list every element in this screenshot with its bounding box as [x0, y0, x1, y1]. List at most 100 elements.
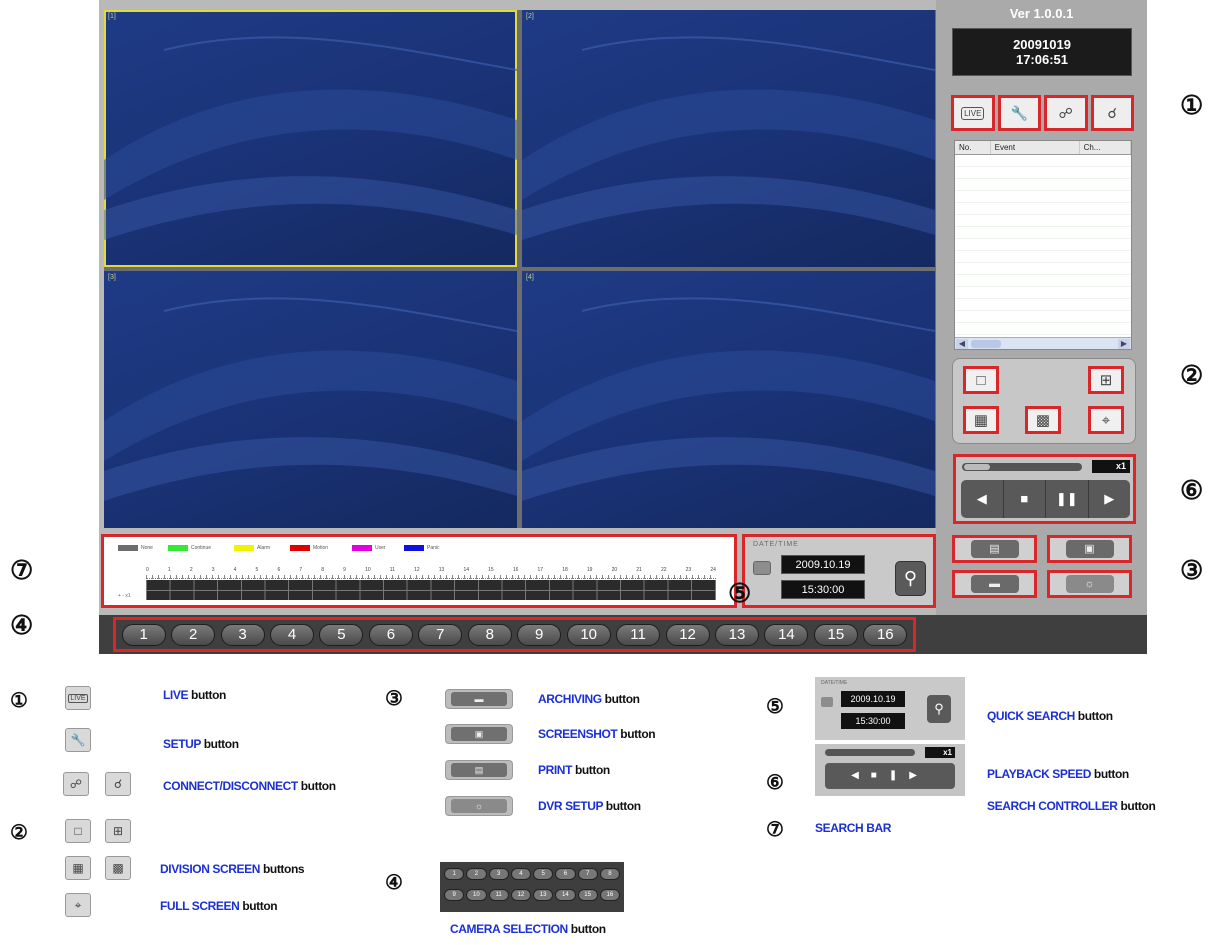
mini-speed-slider: [825, 749, 915, 756]
camera-button-15[interactable]: 15: [813, 623, 858, 646]
camera-button-2[interactable]: 2: [171, 623, 216, 646]
camera-button-8[interactable]: 8: [467, 623, 512, 646]
hour-tick-label: 2: [189, 567, 193, 573]
live-button[interactable]: LIVE: [951, 95, 995, 131]
single-view-button[interactable]: □: [963, 366, 999, 394]
grid-16-icon: ▩: [1035, 412, 1051, 429]
wrench-icon: 🔧: [65, 728, 91, 752]
calendar-icon[interactable]: [753, 561, 771, 575]
mini-camera-button: 11: [488, 889, 509, 901]
full-screen-button[interactable]: ⌖: [1088, 406, 1124, 434]
scroll-thumb[interactable]: [971, 340, 1001, 348]
rewind-button[interactable]: ◀: [961, 480, 1004, 518]
camera-view-1[interactable]: [1]: [104, 10, 517, 267]
magnifier-icon: ⚲: [903, 568, 918, 588]
event-list[interactable]: No. Event Ch... ◀ ▶: [954, 140, 1132, 350]
camera-button-9[interactable]: 9: [517, 623, 562, 646]
camera-button-14[interactable]: 14: [764, 623, 809, 646]
callout-4: ④: [10, 610, 34, 640]
video-grid: [1] [2] [3] [4]: [104, 10, 936, 528]
screenshot-button[interactable]: ▣: [1047, 535, 1132, 563]
camera-button-7[interactable]: 7: [418, 623, 463, 646]
dvr-viewer-window: [1] [2] [3] [4] None Continue Alarm Moti…: [99, 0, 1147, 654]
full-screen-description: FULL SCREEN button: [160, 899, 278, 913]
hour-tick-label: 18: [562, 567, 568, 573]
dvr-setup-button[interactable]: ☼: [1047, 570, 1132, 598]
column-no[interactable]: No.: [955, 141, 991, 154]
playback-speed-slider[interactable]: [962, 463, 1082, 471]
column-event[interactable]: Event: [991, 141, 1080, 154]
grid-9-icon: ▦: [973, 412, 989, 429]
mini-camera-button: 16: [599, 889, 620, 901]
hour-tick-label: 5: [255, 567, 259, 573]
camera-button-5[interactable]: 5: [319, 623, 364, 646]
live-description: LIVE button: [163, 688, 226, 702]
hour-tick-label: 12: [414, 567, 420, 573]
print-button[interactable]: ▤: [952, 535, 1037, 563]
mini-camera-button: 4: [510, 868, 531, 880]
timeline[interactable]: 0 1 2 3 4 5 6 7 8 9 10 11 12 13 14 15 16 17 18 19 20 21 22 23 24: [146, 567, 716, 601]
setup-button[interactable]: 🔧: [997, 95, 1041, 131]
quad-view-button[interactable]: ⊞: [1088, 366, 1124, 394]
nine-view-button[interactable]: ▦: [963, 406, 999, 434]
disconnect-icon: ☌: [1107, 104, 1117, 121]
camera-view-3[interactable]: [3]: [104, 271, 517, 528]
camera-button-13[interactable]: 13: [714, 623, 759, 646]
camera-button-10[interactable]: 10: [566, 623, 611, 646]
camera-button-16[interactable]: 16: [863, 623, 908, 646]
fullscreen-icon: ⌖: [1101, 411, 1111, 429]
horizontal-scrollbar[interactable]: ◀ ▶: [955, 337, 1131, 349]
archiving-button[interactable]: ▬: [952, 570, 1037, 598]
camera-view-4[interactable]: [4]: [522, 271, 935, 528]
archiving-description: ARCHIVING button: [538, 692, 640, 706]
camera-button-11[interactable]: 11: [616, 623, 661, 646]
column-channel[interactable]: Ch...: [1080, 141, 1131, 154]
hour-tick-label: 19: [586, 567, 593, 573]
sun-gear-icon: ☼: [1065, 575, 1114, 593]
disconnect-icon: ☌: [105, 772, 131, 796]
play-button[interactable]: ▶: [1089, 480, 1131, 518]
search-bar[interactable]: None Continue Alarm Motion User Panic 0 1…: [101, 534, 737, 608]
disconnect-button[interactable]: ☌: [1090, 95, 1134, 131]
mini-date: 2009.10.19: [841, 691, 905, 707]
time-field[interactable]: 15:30:00: [781, 580, 865, 599]
scroll-left-icon[interactable]: ◀: [956, 339, 968, 349]
mini-camera-button: 10: [466, 889, 487, 901]
connect-button[interactable]: ☍: [1044, 95, 1088, 131]
timeline-hour-labels: 0 1 2 3 4 5 6 7 8 9 10 11 12 13 14 15 16 17 18 19 20 21 22 23 24: [146, 567, 716, 575]
video-wave-graphic: [104, 297, 517, 501]
timeline-track[interactable]: [146, 580, 716, 600]
video-wave-graphic: [104, 36, 517, 240]
speed-slider-knob[interactable]: [964, 464, 990, 470]
camera-button-4[interactable]: 4: [270, 623, 315, 646]
legend-badge-2: ②: [10, 822, 28, 844]
callout-7: ⑦: [10, 555, 34, 585]
sixteen-view-button[interactable]: ▩: [1025, 406, 1061, 434]
mini-camera-button: 7: [577, 868, 598, 880]
mini-time: 15:30:00: [841, 713, 905, 729]
timeline-zoom[interactable]: + - x1: [118, 593, 131, 599]
hour-tick-label: 6: [277, 567, 281, 573]
quick-search-button[interactable]: ⚲: [895, 561, 926, 596]
camera-button-12[interactable]: 12: [665, 623, 710, 646]
camera-icon: ▣: [445, 724, 513, 744]
date-field[interactable]: 2009.10.19: [781, 555, 865, 574]
camera-view-2[interactable]: [2]: [522, 10, 935, 267]
legend-badge-3: ③: [385, 688, 403, 710]
mini-camera-button: 14: [555, 889, 576, 901]
mini-camera-button: 1: [444, 868, 465, 880]
event-rows[interactable]: [955, 155, 1131, 335]
camera-button-6[interactable]: 6: [368, 623, 413, 646]
scroll-right-icon[interactable]: ▶: [1118, 339, 1130, 349]
legend-continue: Continue: [168, 545, 211, 551]
hour-tick-label: 4: [233, 567, 237, 573]
playback-thumbnail: x1 ◀■❚▶: [815, 744, 965, 796]
grid-4-icon: ⊞: [1099, 372, 1113, 389]
stop-button[interactable]: ■: [1004, 480, 1046, 518]
camera-label: [2]: [526, 13, 534, 20]
camera-button-1[interactable]: 1: [121, 623, 166, 646]
camera-button-3[interactable]: 3: [220, 623, 265, 646]
playback-controls: x1 ◀ ■ ❚❚ ▶: [953, 454, 1136, 524]
pause-button[interactable]: ❚❚: [1046, 480, 1089, 518]
camera-selection-buttons: 1 2 3 4 5 6 7 8 9 10 11 12 13 14 15 16: [113, 617, 916, 652]
